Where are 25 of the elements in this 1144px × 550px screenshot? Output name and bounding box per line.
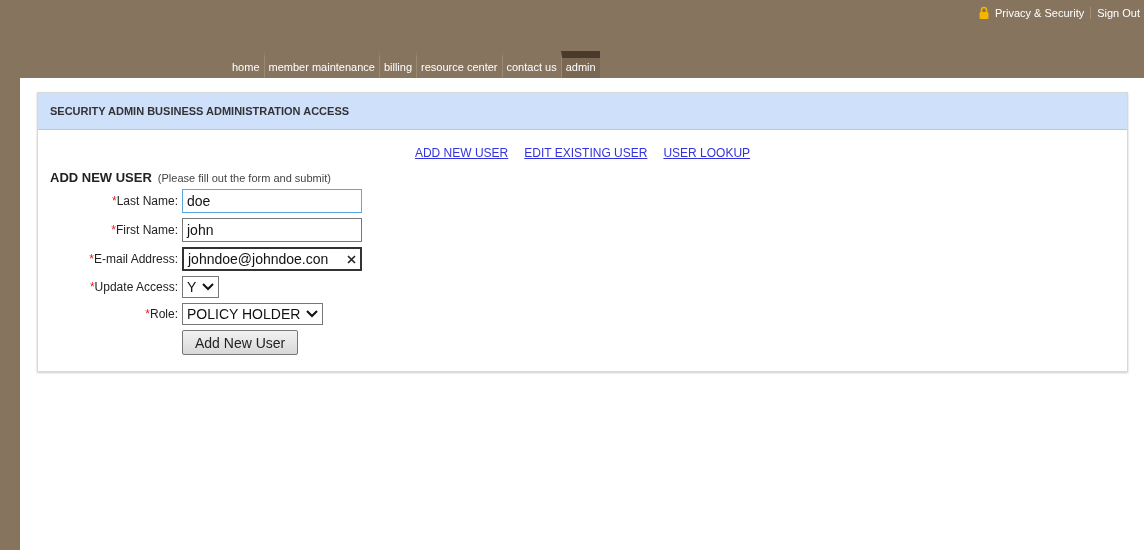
padlock-icon xyxy=(978,6,989,19)
text-field[interactable]: doe xyxy=(182,189,362,213)
nav-tab[interactable]: home xyxy=(228,51,264,78)
field-label: *Update Access: xyxy=(89,280,178,294)
field-label: *E-mail Address: xyxy=(89,252,178,266)
header-link[interactable]: Privacy & Security xyxy=(994,6,1085,19)
panel-title: SECURITY ADMIN BUSINESS ADMINISTRATION ACCESS xyxy=(38,93,1127,130)
chevron-down-icon xyxy=(202,283,215,291)
chevron-down-icon xyxy=(306,310,319,318)
form-hint: (Please fill out the form and submit) xyxy=(157,172,331,184)
field-label: *Last Name: xyxy=(111,194,178,208)
nav-link[interactable]: USER LOOKUP xyxy=(663,146,751,160)
dropdown[interactable]: POLICY HOLDER xyxy=(182,303,324,325)
nav-tab[interactable]: admin xyxy=(560,51,600,78)
submit-button[interactable]: Add New User xyxy=(182,330,299,355)
text-field[interactable]: john xyxy=(182,218,362,242)
nav-link[interactable]: EDIT EXISTING USER xyxy=(524,146,648,160)
text-field[interactable]: johndoe@johndoe.con xyxy=(182,247,362,271)
form-title: ADD NEW USER xyxy=(50,170,152,185)
clear-icon[interactable] xyxy=(347,254,356,264)
field-label: *Role: xyxy=(145,307,178,321)
header-link[interactable]: Sign Out xyxy=(1097,6,1140,19)
field-label: *First Name: xyxy=(111,223,178,237)
dropdown[interactable]: Y xyxy=(182,276,220,298)
nav-link[interactable]: ADD NEW USER xyxy=(414,146,509,160)
